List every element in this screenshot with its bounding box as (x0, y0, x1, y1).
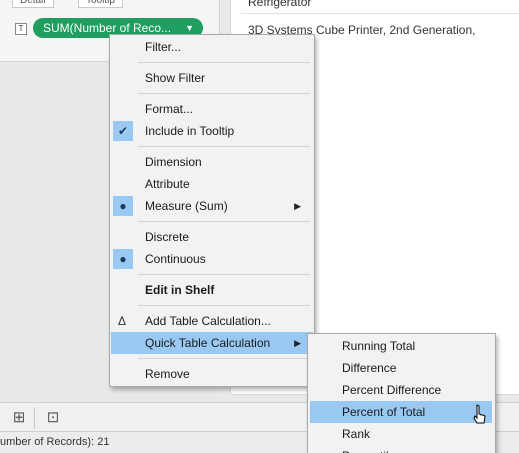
menu-item-filter[interactable]: Filter... (111, 36, 313, 58)
submenu-item-running-total[interactable]: Running Total (310, 335, 492, 357)
submenu-item-label: Percent Difference (342, 383, 442, 397)
text-mark-icon: T (15, 23, 27, 35)
mouse-pointer-icon (473, 404, 486, 424)
submenu-arrow-icon: ▶ (294, 201, 301, 211)
menu-item-edit-in-shelf[interactable]: Edit in Shelf (111, 279, 313, 301)
menu-separator (138, 93, 310, 94)
menu-item-format[interactable]: Format... (111, 98, 313, 120)
submenu-item-percentile[interactable]: Percentile (310, 445, 492, 453)
divider (34, 407, 35, 429)
menu-item-label: Quick Table Calculation (145, 336, 271, 350)
menu-item-label: Format... (145, 102, 194, 116)
menu-item-label: Discrete (145, 230, 190, 244)
menu-separator (138, 274, 310, 275)
menu-item-label: Continuous (145, 252, 206, 266)
tooltip-button[interactable]: Tooltip (78, 0, 123, 8)
new-dashboard-icon[interactable]: ⊡ (42, 408, 64, 428)
menu-item-add-table-calculation[interactable]: Δ Add Table Calculation... (111, 310, 313, 332)
menu-item-remove[interactable]: Remove (111, 363, 313, 385)
menu-item-label: Include in Tooltip (145, 124, 235, 138)
menu-item-label: Edit in Shelf (145, 283, 215, 297)
submenu-item-label: Rank (342, 427, 371, 441)
submenu-item-label: Percent of Total (342, 405, 426, 419)
detail-button[interactable]: Detail (12, 0, 54, 8)
menu-item-measure-sum[interactable]: ● Measure (Sum) ▶ (111, 195, 313, 217)
menu-item-label: Attribute (145, 177, 190, 191)
submenu-arrow-icon: ▶ (294, 338, 301, 348)
menu-item-show-filter[interactable]: Show Filter (111, 67, 313, 89)
submenu-item-label: Percentile (342, 445, 395, 453)
menu-separator (138, 146, 310, 147)
menu-separator (138, 62, 310, 63)
menu-item-dimension[interactable]: Dimension (111, 151, 313, 173)
menu-item-discrete[interactable]: Discrete (111, 226, 313, 248)
new-worksheet-icon[interactable]: ⊞ (8, 408, 30, 428)
menu-item-quick-table-calculation[interactable]: Quick Table Calculation ▶ (111, 332, 313, 354)
menu-item-label: Add Table Calculation... (145, 314, 271, 328)
delta-icon: Δ (118, 314, 127, 328)
menu-separator (138, 305, 310, 306)
submenu-item-rank[interactable]: Rank (310, 423, 492, 445)
menu-item-continuous[interactable]: ● Continuous (111, 248, 313, 270)
submenu-item-percent-difference[interactable]: Percent Difference (310, 379, 492, 401)
bullet-icon: ● (113, 196, 133, 216)
menu-item-label: Filter... (145, 40, 182, 54)
submenu-item-percent-of-total[interactable]: Percent of Total (310, 401, 492, 423)
menu-item-label: Show Filter (145, 71, 206, 85)
bullet-icon: ● (113, 249, 133, 269)
submenu-item-label: Difference (342, 361, 397, 375)
menu-item-label: Measure (Sum) (145, 199, 228, 213)
check-icon: ✔ (113, 121, 133, 141)
menu-item-label: Dimension (145, 155, 202, 169)
menu-separator (138, 221, 310, 222)
row-header[interactable]: Refrigerator (248, 0, 311, 9)
menu-item-attribute[interactable]: Attribute (111, 173, 313, 195)
pill-label: SUM(Number of Reco... (43, 21, 172, 35)
menu-item-label: Remove (145, 367, 190, 381)
submenu-item-difference[interactable]: Difference (310, 357, 492, 379)
submenu-item-label: Running Total (342, 339, 416, 353)
menu-separator (138, 358, 310, 359)
pill-context-menu: Filter... Show Filter Format... ✔ Includ… (109, 34, 315, 387)
quick-table-calculation-submenu: Running Total Difference Percent Differe… (307, 333, 496, 453)
menu-item-include-in-tooltip[interactable]: ✔ Include in Tooltip (111, 120, 313, 142)
row-divider (241, 13, 519, 14)
